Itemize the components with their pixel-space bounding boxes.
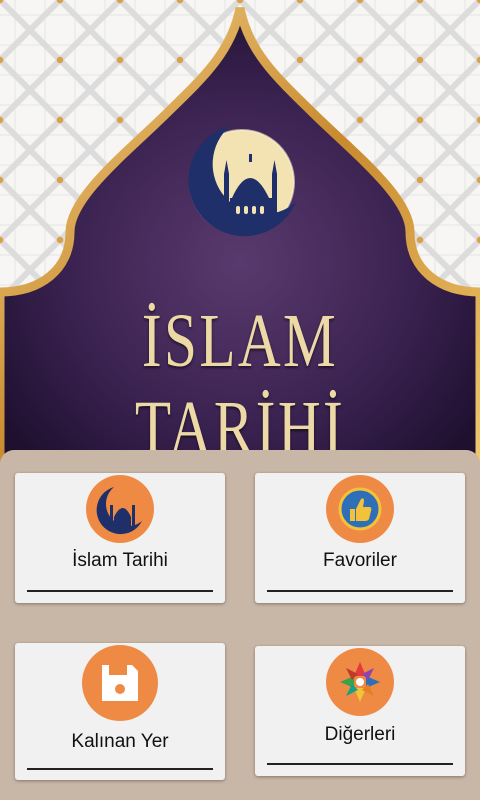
menu-card-digerleri[interactable]: Diğerleri xyxy=(255,646,465,776)
divider xyxy=(267,590,453,592)
mosque-crescent-logo xyxy=(188,126,296,237)
apps-icon xyxy=(326,648,394,716)
divider xyxy=(267,763,453,765)
menu-card-favoriler[interactable]: Favoriler xyxy=(255,473,465,603)
menu-label-kalinan-yer: Kalınan Yer xyxy=(71,731,169,752)
mosque-icon xyxy=(86,475,154,543)
app-title: İSLAM TARİHİ xyxy=(134,299,346,470)
menu-label-digerleri: Diğerleri xyxy=(324,724,396,745)
thumbs-up-icon xyxy=(326,475,394,543)
divider xyxy=(27,768,213,770)
menu-card-kalinan-yer[interactable]: Kalınan Yer xyxy=(15,643,225,780)
header-banner: İSLAM TARİHİ xyxy=(0,0,480,470)
menu-card-islam-tarihi[interactable]: İslam Tarihi xyxy=(15,473,225,603)
divider xyxy=(27,590,213,592)
save-icon xyxy=(82,645,158,721)
menu-panel: İslam Tarihi Favoriler Kalınan Yer Diğer… xyxy=(0,450,480,800)
menu-label-islam-tarihi: İslam Tarihi xyxy=(72,550,168,571)
menu-label-favoriler: Favoriler xyxy=(323,550,397,571)
